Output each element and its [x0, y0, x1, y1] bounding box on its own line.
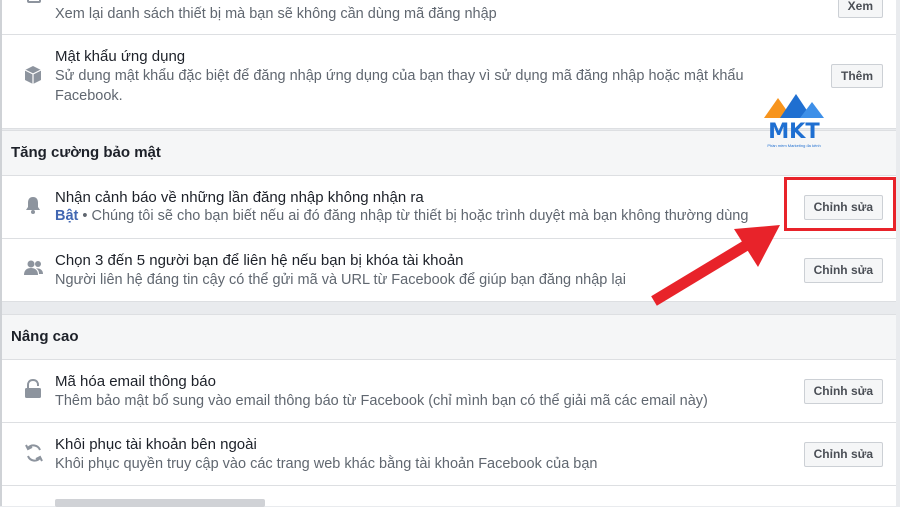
row-desc: Người liên hệ đáng tin cậy có thể gửi mã…	[55, 272, 626, 288]
mkt-logo: MKT Phần mềm Marketing đa kênh	[760, 92, 828, 150]
red-arrow	[651, 225, 780, 306]
add-app-password-button[interactable]: Thêm	[830, 64, 883, 88]
row-desc: Sử dụng mật khẩu đặc biệt để đăng nhập ứ…	[55, 68, 744, 104]
row-desc: Thêm bảo mật bổ sung vào email thông báo…	[55, 393, 708, 409]
row-desc: Xem lại danh sách thiết bị mà bạn sẽ khô…	[55, 6, 497, 22]
row-title: Mã hóa email thông báo	[55, 373, 216, 390]
row-encrypted-email: Mã hóa email thông báo Thêm bảo mật bổ s…	[2, 360, 896, 423]
edit-recover-external-button[interactable]: Chỉnh sửa	[803, 442, 883, 467]
status-on: Bật	[55, 208, 79, 224]
row-title: Mật khẩu ứng dụng	[55, 48, 186, 65]
logo-text: MKT	[768, 119, 820, 143]
view-button[interactable]: Xem	[837, 0, 883, 18]
row-title: Nhận cảnh báo về những lần đăng nhập khô…	[55, 189, 424, 206]
logo-tagline: Phần mềm Marketing đa kênh	[767, 143, 821, 148]
row-desc: Khôi phục quyền truy cập vào các trang w…	[55, 456, 598, 472]
section-advanced-heading: Nâng cao	[2, 314, 896, 360]
row-title: Khôi phục tài khoản bên ngoài	[55, 436, 257, 453]
edit-encrypted-email-button[interactable]: Chỉnh sửa	[803, 379, 883, 404]
edit-trusted-contacts-button[interactable]: Chỉnh sửa	[803, 258, 883, 283]
row-recover-external: Khôi phục tài khoản bên ngoài Khôi phục …	[2, 423, 896, 486]
highlight-box	[784, 177, 896, 231]
cube-icon	[24, 65, 44, 85]
row-view-devices: Xem lại danh sách thiết bị mà bạn sẽ khô…	[2, 0, 896, 35]
row-partial	[2, 486, 896, 507]
refresh-icon	[24, 443, 44, 463]
device-icon	[24, 0, 44, 14]
row-title: Chọn 3 đến 5 người bạn để liên hệ nếu bạ…	[55, 252, 464, 269]
bell-icon	[24, 195, 44, 215]
lock-icon	[24, 378, 44, 399]
people-icon	[24, 259, 44, 279]
